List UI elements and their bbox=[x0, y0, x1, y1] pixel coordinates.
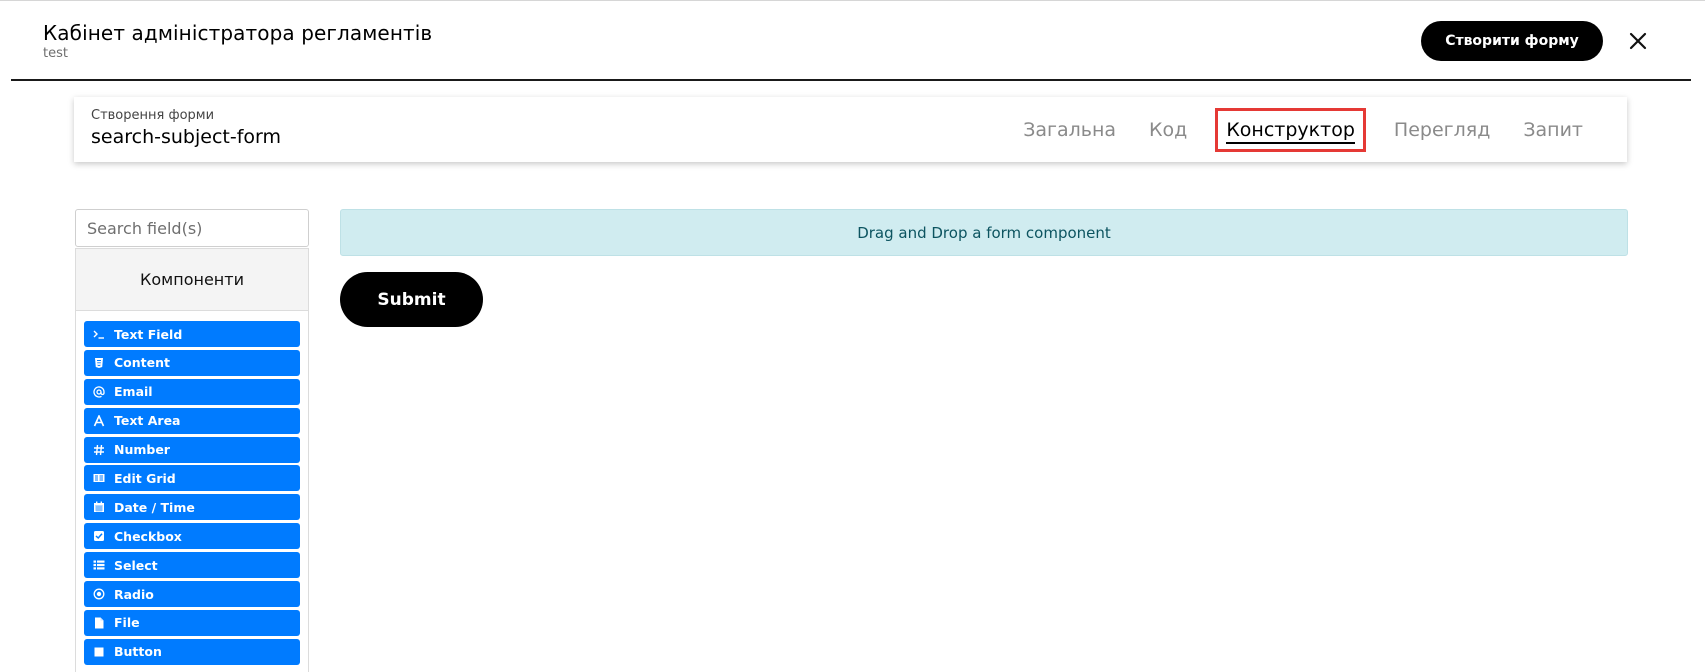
terminal-icon bbox=[93, 328, 105, 340]
components-panel: Компоненти Text Field Content Email Text… bbox=[75, 248, 309, 672]
component-label: Date / Time bbox=[114, 499, 195, 515]
create-form-button[interactable]: Створити форму bbox=[1421, 21, 1603, 61]
tab-request[interactable]: Запит bbox=[1523, 113, 1583, 147]
close-button[interactable] bbox=[1626, 30, 1650, 54]
component-label: Edit Grid bbox=[114, 470, 176, 486]
radio-icon bbox=[93, 588, 105, 600]
component-checkbox[interactable]: Checkbox bbox=[84, 523, 300, 550]
component-date-time[interactable]: Date / Time bbox=[84, 494, 300, 521]
component-label: Radio bbox=[114, 586, 154, 602]
component-email[interactable]: Email bbox=[84, 378, 300, 405]
tab-general[interactable]: Загальна bbox=[1023, 113, 1116, 147]
tab-preview[interactable]: Перегляд bbox=[1394, 113, 1490, 147]
component-select[interactable]: Select bbox=[84, 552, 300, 579]
component-radio[interactable]: Radio bbox=[84, 581, 300, 608]
tab-constructor-label: Конструктор bbox=[1226, 118, 1355, 141]
form-name: search-subject-form bbox=[91, 126, 281, 148]
component-label: File bbox=[114, 615, 140, 631]
component-text-area[interactable]: Text Area bbox=[84, 407, 300, 434]
component-button[interactable]: Button bbox=[84, 638, 300, 665]
form-card-caption: Створення форми bbox=[91, 108, 215, 123]
form-info-card: Створення форми search-subject-form Зага… bbox=[74, 97, 1627, 162]
component-edit-grid[interactable]: Edit Grid bbox=[84, 465, 300, 492]
hashtag-icon bbox=[93, 444, 105, 456]
close-icon bbox=[1629, 32, 1647, 53]
form-tabs: Загальна Код Конструктор Перегляд Запит bbox=[990, 97, 1583, 162]
component-label: Text Area bbox=[114, 413, 181, 429]
component-file[interactable]: File bbox=[84, 609, 300, 636]
component-number[interactable]: Number bbox=[84, 436, 300, 463]
component-label: Select bbox=[114, 557, 158, 573]
components-list: Text Field Content Email Text Area Numbe bbox=[76, 311, 308, 665]
component-text-field[interactable]: Text Field bbox=[84, 321, 300, 347]
component-label: Checkbox bbox=[114, 528, 182, 544]
grid-icon bbox=[93, 472, 105, 484]
search-fields-input[interactable] bbox=[75, 209, 309, 247]
app-subtitle: test bbox=[43, 46, 68, 61]
active-tab-underline bbox=[1226, 141, 1355, 144]
header-divider bbox=[11, 79, 1691, 81]
component-label: Text Field bbox=[114, 326, 183, 342]
at-icon bbox=[93, 386, 105, 398]
submit-button[interactable]: Submit bbox=[340, 272, 483, 327]
component-label: Email bbox=[114, 384, 153, 400]
component-content[interactable]: Content bbox=[84, 349, 300, 376]
component-label: Content bbox=[114, 355, 170, 371]
component-label: Number bbox=[114, 442, 170, 458]
calendar-icon bbox=[93, 501, 105, 513]
components-header[interactable]: Компоненти bbox=[76, 249, 308, 311]
file-icon bbox=[93, 617, 105, 629]
app-title: Кабінет адміністратора регламентів bbox=[43, 21, 433, 45]
stop-icon bbox=[93, 646, 105, 658]
app-header: Кабінет адміністратора регламентів test … bbox=[0, 0, 1705, 80]
font-icon bbox=[93, 414, 105, 427]
checkbox-icon bbox=[93, 530, 105, 542]
html5-icon bbox=[93, 357, 105, 369]
tab-constructor[interactable]: Конструктор bbox=[1215, 107, 1366, 152]
component-label: Button bbox=[114, 644, 162, 660]
tab-code[interactable]: Код bbox=[1149, 113, 1187, 147]
drag-drop-zone[interactable]: Drag and Drop a form component bbox=[340, 209, 1628, 256]
list-icon bbox=[93, 559, 105, 571]
